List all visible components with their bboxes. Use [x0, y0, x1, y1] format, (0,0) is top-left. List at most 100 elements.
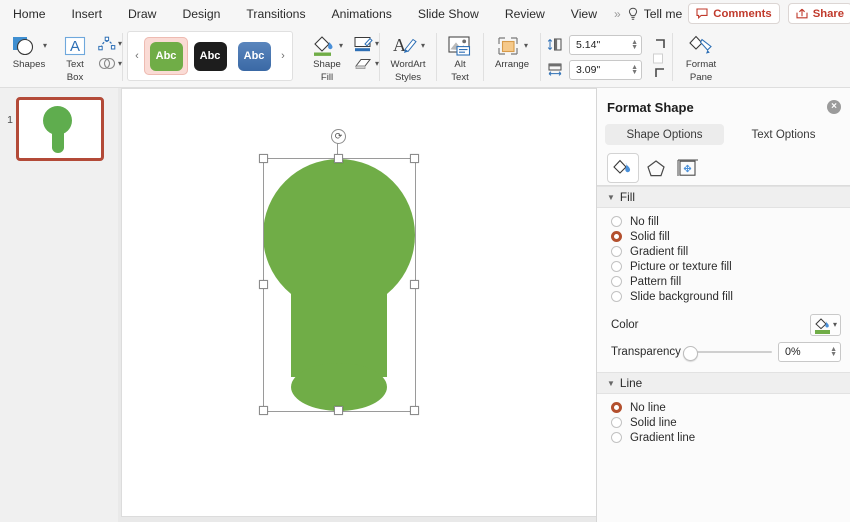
- fill-option-no-fill[interactable]: No fill: [597, 214, 850, 229]
- fill-option-pattern-fill[interactable]: Pattern fill: [597, 274, 850, 289]
- tell-me-button[interactable]: Tell me: [625, 0, 689, 27]
- gallery-prev-button[interactable]: ‹: [130, 50, 144, 62]
- selection-handle-bottom-center[interactable]: [334, 406, 343, 415]
- size-properties-icon[interactable]: [673, 154, 703, 182]
- rotation-handle[interactable]: ⟳: [331, 129, 346, 144]
- selection-handle-bottom-right[interactable]: [410, 406, 419, 415]
- menu-item-home[interactable]: Home: [0, 0, 59, 27]
- line-section-header[interactable]: ▼ Line: [597, 372, 850, 394]
- radio-picture-fill[interactable]: [611, 261, 622, 272]
- text-box-label-line1: Text: [66, 60, 84, 71]
- shape-height-field[interactable]: 5.14" ▲▼: [569, 35, 642, 55]
- alt-text-button[interactable]: Alt Text: [437, 30, 483, 83]
- tab-text-options[interactable]: Text Options: [724, 124, 843, 145]
- lightbulb-icon: [627, 7, 639, 21]
- transparency-slider-knob[interactable]: [683, 346, 698, 361]
- line-option-no-line[interactable]: No line: [597, 400, 850, 415]
- shape-outline-button[interactable]: ▾: [353, 36, 379, 52]
- share-arrow-icon: [796, 8, 808, 19]
- slide-surface[interactable]: ⟳: [122, 89, 596, 516]
- chevron-down-icon: ▼: [607, 193, 615, 202]
- radio-gradient-line[interactable]: [611, 432, 622, 443]
- selection-handle-top-left[interactable]: [259, 154, 268, 163]
- alt-text-label-line2: Text: [451, 73, 469, 84]
- text-box-button[interactable]: A Text Box: [52, 30, 98, 83]
- merge-caret-icon[interactable]: ▾: [118, 60, 122, 68]
- radio-gradient-fill[interactable]: [611, 246, 622, 257]
- fill-line-icon[interactable]: [607, 153, 639, 183]
- arrange-caret-icon[interactable]: ▾: [524, 42, 528, 50]
- selection-handle-top-center[interactable]: [334, 154, 343, 163]
- transparency-field[interactable]: 0% ▲▼: [778, 342, 841, 362]
- transparency-stepper[interactable]: ▲▼: [830, 347, 837, 357]
- format-pane-label-line2: Pane: [690, 73, 712, 84]
- radio-no-fill[interactable]: [611, 216, 622, 227]
- gallery-item-label: Abc: [156, 50, 177, 62]
- slide-thumbnail-pane: 1: [0, 88, 119, 522]
- transparency-slider[interactable]: [683, 345, 772, 359]
- menu-item-design[interactable]: Design: [169, 0, 233, 27]
- shape-fill-button[interactable]: ▾ Shape Fill: [301, 30, 353, 83]
- comments-button[interactable]: Comments: [688, 3, 779, 24]
- fill-color-caret-icon[interactable]: ▾: [833, 321, 837, 329]
- arrange-button[interactable]: ▾ Arrange: [484, 30, 540, 71]
- radio-no-line[interactable]: [611, 402, 622, 413]
- shape-width-field[interactable]: 3.09" ▲▼: [569, 60, 642, 80]
- shape-outline-caret-icon[interactable]: ▾: [375, 40, 379, 48]
- line-option-gradient-line[interactable]: Gradient line: [597, 430, 850, 445]
- fill-color-button[interactable]: ▾: [810, 314, 841, 336]
- radio-solid-fill[interactable]: [611, 231, 622, 242]
- radio-slide-background-fill[interactable]: [611, 291, 622, 302]
- menu-item-animations[interactable]: Animations: [319, 0, 405, 27]
- height-icon: [547, 37, 564, 52]
- radio-pattern-fill[interactable]: [611, 276, 622, 287]
- transform-caret-icon[interactable]: ▾: [118, 40, 122, 48]
- merge-shapes-button[interactable]: ▾: [98, 56, 122, 71]
- close-icon[interactable]: ×: [827, 100, 841, 114]
- selection-handle-middle-right[interactable]: [410, 280, 419, 289]
- fill-option-slide-background-fill[interactable]: Slide background fill: [597, 289, 850, 304]
- shape-effects-button[interactable]: ▾: [353, 57, 379, 71]
- shape-width-row: 3.09" ▲▼: [547, 60, 642, 80]
- menu-item-view[interactable]: View: [558, 0, 610, 27]
- wordart-caret-icon[interactable]: ▾: [421, 42, 425, 50]
- menu-item-insert[interactable]: Insert: [59, 0, 115, 27]
- menu-item-transitions[interactable]: Transitions: [233, 0, 318, 27]
- menu-item-draw[interactable]: Draw: [115, 0, 169, 27]
- gallery-item-black[interactable]: Abc: [188, 37, 232, 75]
- selection-handle-middle-left[interactable]: [259, 280, 268, 289]
- format-pane-button[interactable]: Format Pane: [673, 30, 729, 83]
- shapes-button[interactable]: ▾ Shapes: [6, 30, 52, 71]
- tab-shape-options[interactable]: Shape Options: [605, 124, 724, 145]
- effects-pentagon-icon[interactable]: [641, 154, 671, 182]
- radio-solid-line[interactable]: [611, 417, 622, 428]
- gallery-item-blue[interactable]: Abc: [232, 37, 276, 75]
- width-stepper[interactable]: ▲▼: [631, 65, 638, 75]
- gallery-item-label: Abc: [200, 50, 221, 62]
- shape-effects-caret-icon[interactable]: ▾: [375, 60, 379, 68]
- fill-options-group: No fill Solid fill Gradient fill Picture…: [597, 208, 850, 308]
- fill-section-header[interactable]: ▼ Fill: [597, 186, 850, 208]
- size-crop-icon[interactable]: [648, 38, 668, 80]
- menu-item-review[interactable]: Review: [492, 0, 558, 27]
- selection-handle-bottom-left[interactable]: [259, 406, 268, 415]
- fill-option-solid-fill[interactable]: Solid fill: [597, 229, 850, 244]
- shapes-caret-icon[interactable]: ▾: [43, 42, 47, 50]
- overflow-chevrons-icon[interactable]: »: [610, 0, 625, 27]
- shape-fill-caret-icon[interactable]: ▾: [339, 42, 343, 50]
- gallery-next-button[interactable]: ›: [276, 50, 290, 62]
- wordart-styles-button[interactable]: A ▾ WordArt Styles: [380, 30, 436, 83]
- shape-transform-button[interactable]: ▾: [98, 36, 122, 52]
- height-stepper[interactable]: ▲▼: [631, 40, 638, 50]
- ribbon-group-size-dialog: [648, 27, 672, 87]
- fill-option-picture-or-texture-fill[interactable]: Picture or texture fill: [597, 259, 850, 274]
- line-option-solid-line[interactable]: Solid line: [597, 415, 850, 430]
- selection-handle-top-right[interactable]: [410, 154, 419, 163]
- menu-item-slide-show[interactable]: Slide Show: [405, 0, 492, 27]
- shape-selection-box: [263, 158, 416, 412]
- share-button[interactable]: Share: [788, 3, 850, 24]
- slide-thumbnail-1[interactable]: [16, 97, 104, 161]
- fill-option-gradient-fill[interactable]: Gradient fill: [597, 244, 850, 259]
- format-shape-pane: Format Shape × Shape Options Text Option…: [596, 88, 850, 522]
- gallery-item-green[interactable]: Abc: [144, 37, 188, 75]
